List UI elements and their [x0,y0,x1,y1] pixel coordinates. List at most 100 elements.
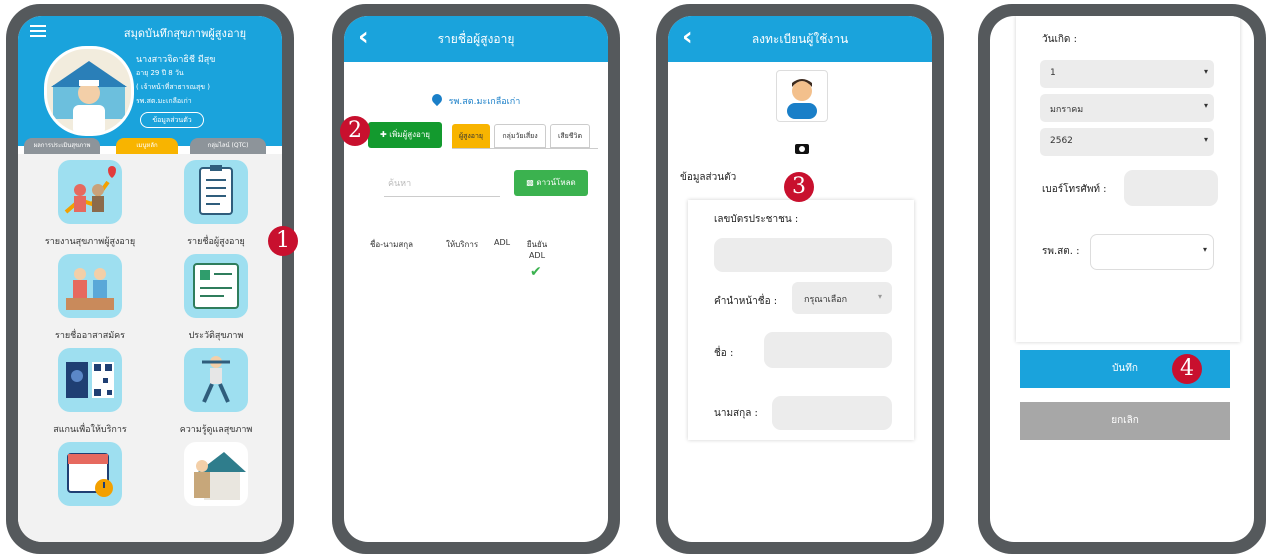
search-input[interactable]: ค้นหา [384,176,500,197]
download-button[interactable]: ▩ ดาวน์โหลด [514,170,588,196]
tab-health-assessment[interactable]: ผลการประเมินสุขภาพ [24,138,100,154]
map-pin-icon [429,91,444,107]
menu-tabs: ผลการประเมินสุขภาพ เมนูหลัก กลุ่มไลน์ (Q… [24,138,276,154]
prefix-select-value: กรุณาเลือก [804,295,848,305]
elderly-list-screen: ‹ รายชื่อผู้สูงอายุ รพ.สต.มะเกลือเก่า ✚ … [344,16,608,542]
birth-day-value: 1 [1050,68,1056,78]
menu-label-health-knowledge: ความรู้ดูแลสุขภาพ [179,425,253,435]
col-name: ชื่อ-นามสกุล [370,240,413,249]
tab-risk-group[interactable]: กลุ่มวัยเสี่ยง [494,124,546,148]
tab-main-menu[interactable]: เมนูหลัก [116,138,178,154]
elderly-list-title: รายชื่อผู้สูงอายุ [437,32,515,46]
profile-photo[interactable] [776,70,828,122]
dropdown-caret-icon: ▾ [877,292,882,301]
elderly-report-tile[interactable] [58,160,122,224]
registration-header: ‹ ลงทะเบียนผู้ใช้งาน [668,16,932,62]
add-elderly-button[interactable]: ✚ เพิ่มผู้สูงอายุ [368,122,442,148]
scan-service-tile[interactable] [58,348,122,412]
birth-year-value: 2562 [1050,136,1073,146]
menu-label-elderly-report: รายงานสุขภาพผู้สูงอายุ [44,237,136,247]
volunteer-list-tile[interactable] [58,254,122,318]
step-marker-4: 4 [1172,354,1202,384]
location-row: รพ.สต.มะเกลือเก่า [344,91,608,108]
health-history-tile[interactable] [184,254,248,318]
elderly-list-tile[interactable] [184,160,248,224]
menu-label-scan-service: สแกนเพื่อให้บริการ [53,425,127,435]
col-adl: ADL [494,238,511,247]
tab-deceased[interactable]: เสียชีวิต [550,124,590,148]
first-name-field[interactable] [764,332,892,368]
profile-role: ( เจ้าหน้าที่สาธารณสุข ) [136,83,210,91]
appointment-tile[interactable] [58,442,122,506]
qr-scan-icon [66,362,114,398]
home-visit-tile[interactable] [184,442,248,506]
prefix-select[interactable]: กรุณาเลือก ▾ [792,282,892,314]
birth-year-select[interactable]: 2562 ▾ [1040,128,1214,156]
menu-label-elderly-list: รายชื่อผู้สูงอายุ [187,237,245,247]
profile-age: อายุ 29 ปี 8 วัน [136,69,184,77]
profile-header: สมุดบันทึกสุขภาพผู้สูงอายุ นางสาวจิดาธิช… [18,16,282,146]
phone-registration: ‹ ลงทะเบียนผู้ใช้งาน ข้อมูลส่วนตัว เลขบั… [656,4,944,554]
avatar[interactable] [44,46,134,136]
phone-field[interactable] [1124,170,1218,206]
profile-facility: รพ.สต.มะเกลือเก่า [136,97,192,105]
volunteers-icon [66,268,114,310]
birth-day-select[interactable]: 1 ▾ [1040,60,1214,88]
profile-name: นางสาวจิดาธิชี มีสุข [136,55,216,65]
registration-screen: ‹ ลงทะเบียนผู้ใช้งาน ข้อมูลส่วนตัว เลขบั… [668,16,932,542]
hospital-select[interactable]: ▾ [1090,234,1214,270]
menu-panel: รายงานสุขภาพผู้สูงอายุ รายชื่อผู้สูงอายุ [18,154,282,542]
cancel-button[interactable]: ยกเลิก [1020,402,1230,440]
birth-month-select[interactable]: มกราคม ▾ [1040,94,1214,122]
hamburger-menu-icon[interactable] [30,25,46,37]
prefix-label: คำนำหน้าชื่อ : [714,296,778,307]
personal-info-heading: ข้อมูลส่วนตัว [680,172,737,183]
menu-label-health-history: ประวัติสุขภาพ [188,331,244,341]
location-name: รพ.สต.มะเกลือเก่า [448,97,521,107]
dropdown-caret-icon: ▾ [1203,101,1208,110]
add-elderly-label: เพิ่มผู้สูงอายุ [389,130,430,139]
main-menu-screen: สมุดบันทึกสุขภาพผู้สูงอายุ นางสาวจิดาธิช… [18,16,282,542]
elderly-chart-icon [64,166,116,214]
check-icon: ✔ [530,264,542,280]
phone-registration-bottom: วันเกิด : 1 ▾ มกราคม ▾ 2562 ▾ เบอร์โทรศั… [978,4,1266,554]
phone-main-menu: สมุดบันทึกสุขภาพผู้สูงอายุ นางสาวจิดาธิช… [6,4,294,554]
list-tabs: ผู้สูงอายุ กลุ่มวัยเสี่ยง เสียชีวิต [452,124,598,149]
nurse-avatar-icon [51,61,127,133]
dropdown-caret-icon: ▾ [1202,245,1207,254]
download-icon: ▩ [526,178,534,187]
birthdate-label: วันเกิด : [1042,34,1077,45]
phone-elderly-list: ‹ รายชื่อผู้สูงอายุ รพ.สต.มะเกลือเก่า ✚ … [332,4,620,554]
step-marker-1: 1 [268,226,298,256]
birth-month-value: มกราคม [1050,105,1084,115]
elderly-list-header: ‹ รายชื่อผู้สูงอายุ [344,16,608,62]
menu-label-volunteer-list: รายชื่ออาสาสมัคร [55,331,125,341]
form-card-bottom: วันเกิด : 1 ▾ มกราคม ▾ 2562 ▾ เบอร์โทรศั… [1016,16,1240,342]
phone-label: เบอร์โทรศัพท์ : [1042,184,1107,195]
dropdown-caret-icon: ▾ [1203,67,1208,76]
tab-line-group[interactable]: กลุ่มไลน์ (QTC) [190,138,266,154]
app-title: สมุดบันทึกสุขภาพผู้สูงอายุ [123,27,247,40]
id-label: เลขบัตรประชาชน : [714,214,799,225]
exercise-icon [202,356,230,403]
table-header: ชื่อ-นามสกุล ให้บริการ ADL ยืนยัน ADL ✔ [344,238,608,280]
surname-label: นามสกุล : [714,408,758,419]
first-name-label: ชื่อ : [714,348,734,359]
registration-bottom-screen: วันเกิด : 1 ▾ มกราคม ▾ 2562 ▾ เบอร์โทรศั… [990,16,1254,542]
profile-button[interactable]: ข้อมูลส่วนตัว [140,112,204,128]
surname-field[interactable] [772,396,892,430]
id-number-field[interactable] [714,238,892,272]
col-service: ให้บริการ [446,240,479,249]
health-knowledge-tile[interactable] [184,348,248,412]
step-marker-3: 3 [784,172,814,202]
form-card: เลขบัตรประชาชน : คำนำหน้าชื่อ : กรุณาเลื… [688,200,914,440]
camera-icon[interactable] [795,144,809,154]
tab-elderly[interactable]: ผู้สูงอายุ [452,124,490,148]
dropdown-caret-icon: ▾ [1203,135,1208,144]
hospital-label: รพ.สต. : [1042,246,1080,257]
cancel-button-label: ยกเลิก [1111,415,1139,426]
registration-title: ลงทะเบียนผู้ใช้งาน [751,32,849,46]
save-button-label: บันทึก [1112,363,1138,374]
user-avatar-icon [787,79,817,119]
step-marker-2: 2 [340,116,370,146]
